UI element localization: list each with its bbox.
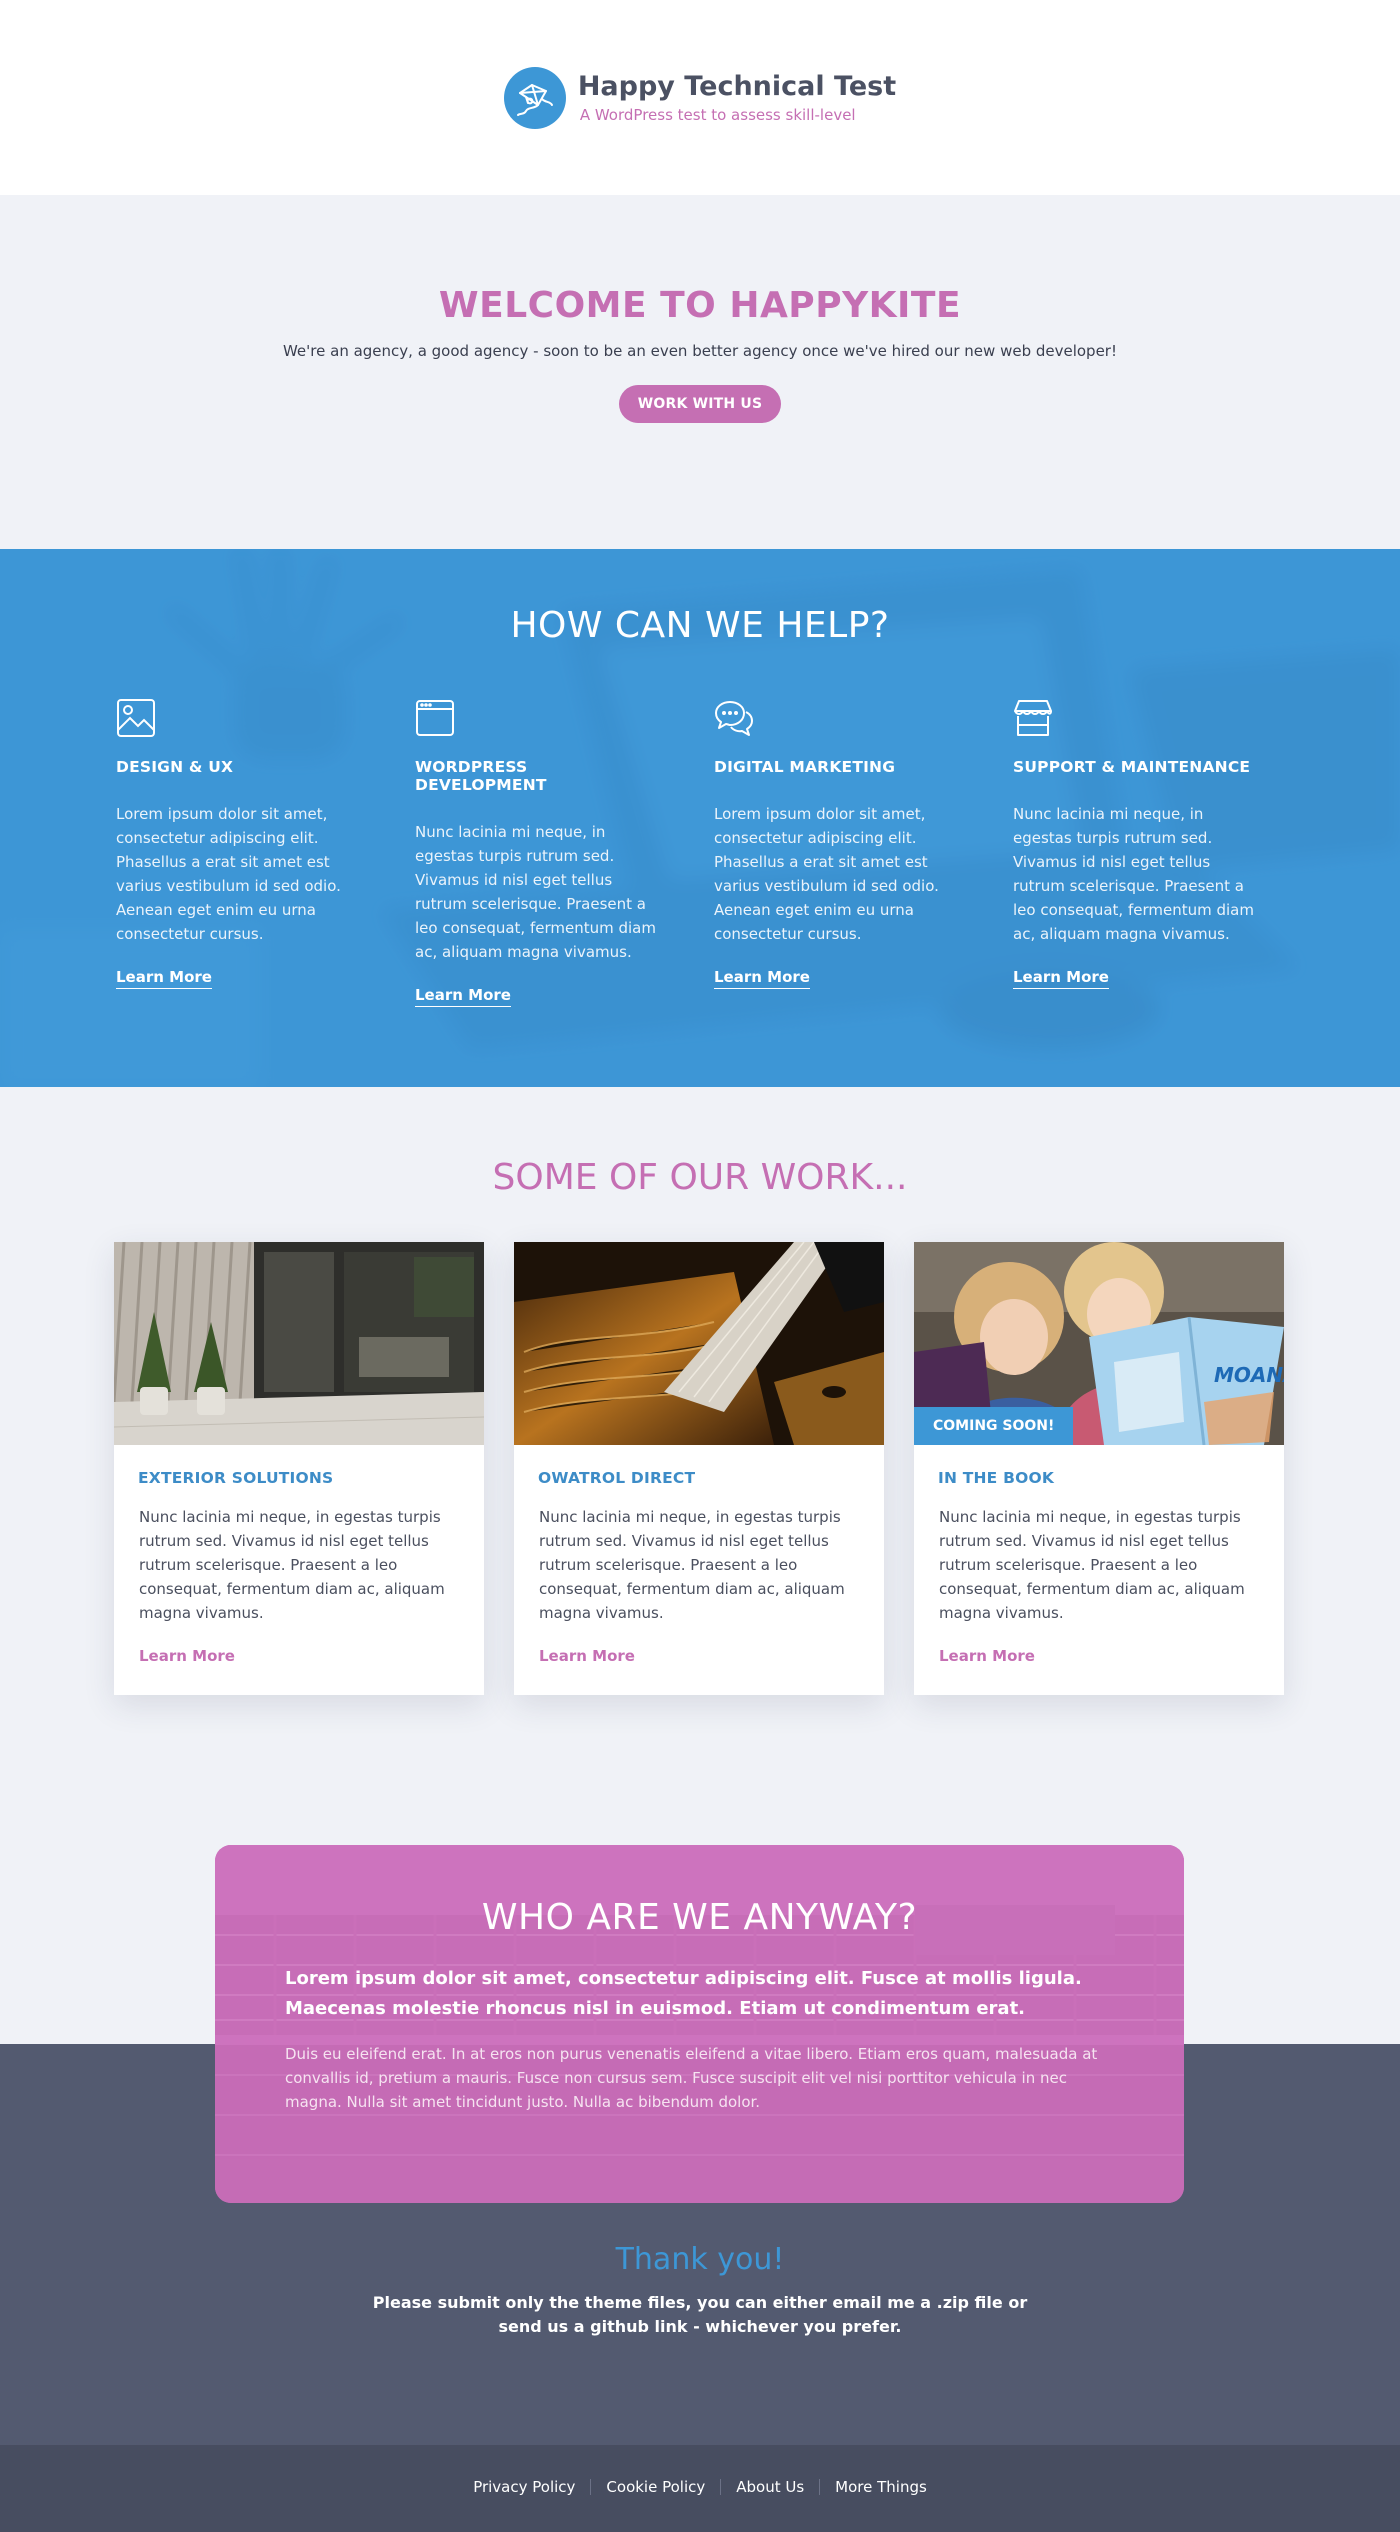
about-title: WHO ARE WE ANYWAY?	[481, 1897, 918, 1938]
work-card-exterior-solutions[interactable]: EXTERIOR SOLUTIONS Nunc lacinia mi neque…	[114, 1242, 484, 1695]
work-card-text: Nunc lacinia mi neque, in egestas turpis…	[939, 1508, 1245, 1622]
services-section: HOW CAN WE HELP? DESIGN & UX Lorem ipsum…	[0, 549, 1400, 1087]
footer-divider	[819, 2478, 821, 2495]
footer-link-privacy-policy[interactable]: Privacy Policy	[473, 2478, 575, 2496]
service-digital-marketing: DIGITAL MARKETING Lorem ipsum dolor sit …	[714, 698, 959, 1007]
learn-more-link[interactable]: Learn More	[1013, 968, 1109, 989]
footer-link-cookie-policy[interactable]: Cookie Policy	[606, 2478, 705, 2496]
work-image-brush[interactable]	[514, 1242, 884, 1445]
learn-more-link[interactable]: Learn More	[116, 968, 212, 989]
work-card-title[interactable]: EXTERIOR SOLUTIONS	[138, 1469, 460, 1487]
about-and-thanks-section: WHO ARE WE ANYWAY? Lorem ipsum dolor sit…	[0, 1795, 1400, 2445]
thanks-line-1: Please submit only the theme files, you …	[372, 2293, 1028, 2312]
thanks-block: Thank you! Please submit only the theme …	[0, 2242, 1400, 2339]
about-lead: Lorem ipsum dolor sit amet, consectetur …	[285, 1968, 1082, 2019]
about-text: Duis eu eleifend erat. In at eros non pu…	[285, 2045, 1098, 2111]
coming-soon-badge: COMING SOON!	[914, 1407, 1074, 1445]
service-wordpress-development: WORDPRESS DEVELOPMENT Nunc lacinia mi ne…	[415, 698, 660, 1007]
learn-more-link[interactable]: Learn More	[938, 1647, 1035, 1665]
about-panel: WHO ARE WE ANYWAY? Lorem ipsum dolor sit…	[215, 1845, 1184, 2203]
site-header: Happy Technical Test A WordPress test to…	[0, 0, 1400, 195]
work-card-in-the-book[interactable]: MOANA COMING SOON! IN THE BOOK Nunc laci…	[914, 1242, 1284, 1695]
learn-more-link[interactable]: Learn More	[538, 1647, 635, 1665]
services-title: HOW CAN WE HELP?	[510, 605, 890, 646]
storefront-icon	[1014, 700, 1052, 736]
welcome-section: WELCOME TO HAPPYKITE We're an agency, a …	[0, 195, 1400, 549]
site-tagline: A WordPress test to assess skill-level	[579, 105, 856, 124]
chat-bubbles-icon	[715, 701, 753, 736]
work-title: SOME OF OUR WORK...	[492, 1157, 908, 1198]
service-design-ux: DESIGN & UX Lorem ipsum dolor sit amet, …	[116, 698, 361, 1007]
service-text: Lorem ipsum dolor sit amet, consectetur …	[116, 805, 341, 943]
kite-icon[interactable]	[503, 66, 566, 129]
work-card-text: Nunc lacinia mi neque, in egestas turpis…	[139, 1508, 445, 1622]
footer-nav: Privacy Policy Cookie Policy About Us Mo…	[473, 2478, 927, 2496]
learn-more-link[interactable]: Learn More	[415, 986, 511, 1007]
work-card-title[interactable]: OWATROL DIRECT	[538, 1469, 860, 1487]
thanks-title: Thank you!	[615, 2242, 785, 2277]
service-text: Nunc lacinia mi neque, in egestas turpis…	[415, 823, 656, 961]
work-card-owatrol-direct[interactable]: OWATROL DIRECT Nunc lacinia mi neque, in…	[514, 1242, 884, 1695]
site-footer: Privacy Policy Cookie Policy About Us Mo…	[0, 2441, 1400, 2532]
work-card-text: Nunc lacinia mi neque, in egestas turpis…	[539, 1508, 845, 1622]
thanks-line-2: send us a github link - whichever you pr…	[498, 2317, 902, 2336]
service-title: DESIGN & UX	[116, 758, 234, 776]
service-title: WORDPRESS DEVELOPMENT	[415, 758, 547, 794]
image-icon	[117, 699, 155, 737]
learn-more-link[interactable]: Learn More	[714, 968, 810, 989]
welcome-text: We're an agency, a good agency - soon to…	[282, 342, 1117, 360]
footer-link-more-things[interactable]: More Things	[835, 2478, 927, 2496]
site-title[interactable]: Happy Technical Test	[578, 71, 896, 102]
service-title: SUPPORT & MAINTENANCE	[1013, 758, 1251, 776]
work-with-us-button[interactable]: WORK WITH US	[618, 385, 782, 423]
footer-link-about-us[interactable]: About Us	[736, 2478, 804, 2496]
service-text: Nunc lacinia mi neque, in egestas turpis…	[1013, 805, 1254, 943]
service-text: Lorem ipsum dolor sit amet, consectetur …	[714, 805, 939, 943]
welcome-title: WELCOME TO HAPPYKITE	[438, 285, 962, 326]
brand[interactable]: Happy Technical Test A WordPress test to…	[503, 66, 896, 129]
work-card-title[interactable]: IN THE BOOK	[938, 1469, 1260, 1487]
work-image-children-reading[interactable]: MOANA COMING SOON!	[914, 1242, 1284, 1445]
book-logo-text: MOANA	[1214, 1363, 1284, 1387]
footer-divider	[720, 2478, 722, 2495]
thanks-text: Please submit only the theme files, you …	[0, 2291, 1400, 2339]
learn-more-link[interactable]: Learn More	[138, 1647, 235, 1665]
work-section: SOME OF OUR WORK... EXTERIOR SOLUTIONS N…	[0, 1087, 1400, 1795]
footer-divider	[590, 2478, 592, 2495]
browser-window-icon	[416, 700, 454, 736]
service-title: DIGITAL MARKETING	[714, 758, 896, 776]
work-image-patio[interactable]	[114, 1242, 484, 1445]
service-support-maintenance: SUPPORT & MAINTENANCE Nunc lacinia mi ne…	[1013, 698, 1258, 1007]
